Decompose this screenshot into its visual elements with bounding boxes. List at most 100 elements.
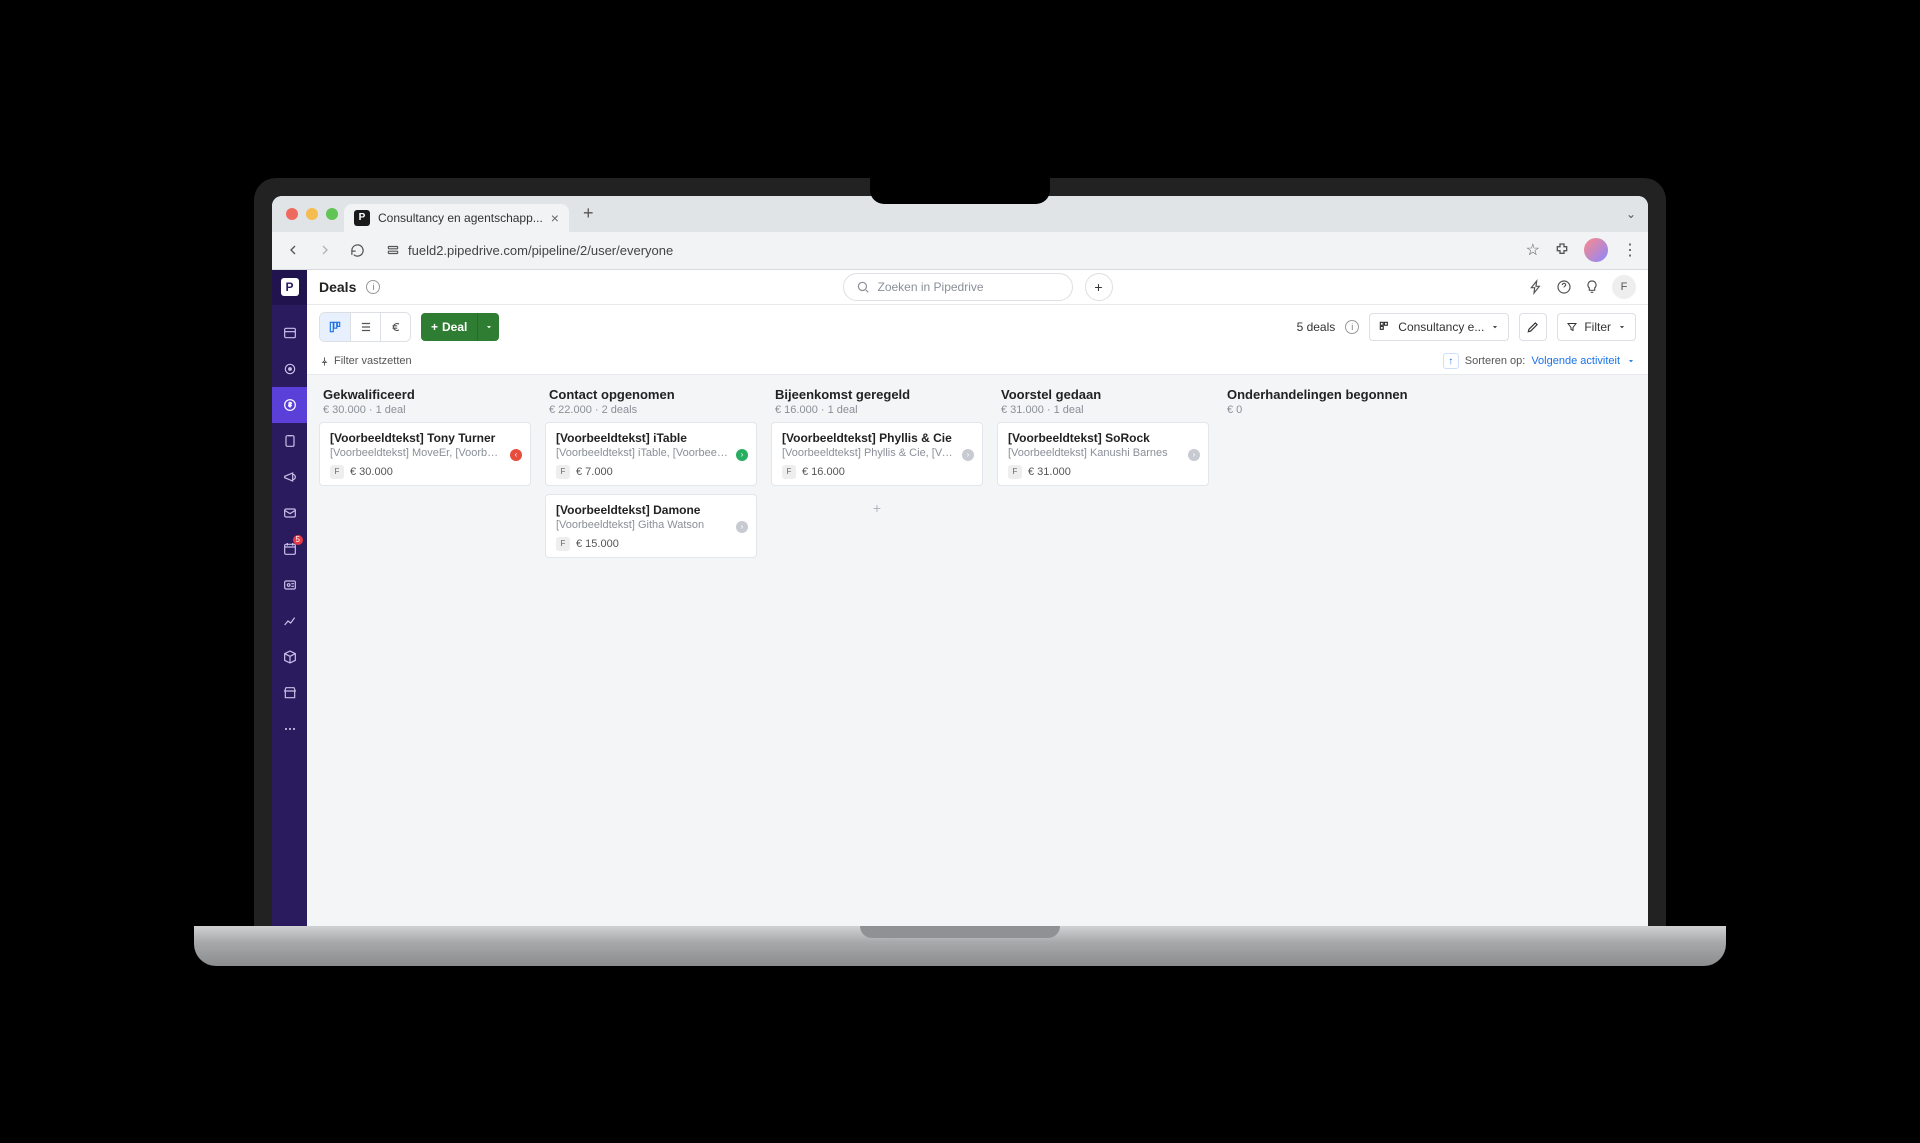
- sidebar-item-more[interactable]: [272, 711, 307, 747]
- view-forecast-button[interactable]: [380, 313, 410, 341]
- list-icon: [359, 320, 373, 334]
- app-main: Deals i Zoeken in Pipedrive +: [307, 270, 1648, 926]
- view-kanban-button[interactable]: [320, 313, 350, 341]
- view-list-button[interactable]: [350, 313, 380, 341]
- activity-status-icon[interactable]: ›: [962, 449, 974, 461]
- deal-card[interactable]: [Voorbeeldtekst] iTable [Voorbeeldtekst]…: [545, 422, 757, 486]
- window-minimize-icon[interactable]: [306, 208, 318, 220]
- sidebar-item-leads[interactable]: [272, 315, 307, 351]
- card-org: [Voorbeeldtekst] Githa Watson: [556, 519, 746, 531]
- sidebar-item-campaigns[interactable]: [272, 459, 307, 495]
- sidebar-item-marketplace[interactable]: [272, 675, 307, 711]
- pin-filter-label: Filter vastzetten: [334, 355, 412, 367]
- column-header[interactable]: Bijeenkomst geregeld€ 16.000 · 1 deal: [771, 385, 983, 422]
- activity-status-icon[interactable]: ›: [736, 521, 748, 533]
- sidebar-item-contacts[interactable]: [272, 567, 307, 603]
- browser-toolbar: fueld2.pipedrive.com/pipeline/2/user/eve…: [272, 232, 1648, 270]
- column-header[interactable]: Gekwalificeerd€ 30.000 · 1 deal: [319, 385, 531, 422]
- quick-add-button[interactable]: +: [1085, 273, 1113, 301]
- deal-card[interactable]: [Voorbeeldtekst] Phyllis & Cie [Voorbeel…: [771, 422, 983, 486]
- app-header: Deals i Zoeken in Pipedrive +: [307, 270, 1648, 305]
- sidebar-item-mail[interactable]: [272, 495, 307, 531]
- activity-status-icon[interactable]: ›: [1188, 449, 1200, 461]
- address-bar[interactable]: fueld2.pipedrive.com/pipeline/2/user/eve…: [378, 243, 1516, 258]
- sidebar-item-products[interactable]: [272, 639, 307, 675]
- sort-direction-icon[interactable]: ↑: [1443, 353, 1459, 369]
- tab-overflow-icon[interactable]: ⌄: [1622, 203, 1640, 225]
- bookmark-icon[interactable]: ☆: [1526, 240, 1540, 260]
- card-title: [Voorbeeldtekst] Damone: [556, 503, 746, 517]
- lightbulb-icon[interactable]: [1584, 279, 1600, 295]
- column-title: Gekwalificeerd: [323, 387, 527, 402]
- kanban-column: Gekwalificeerd€ 30.000 · 1 deal [Voorbee…: [319, 385, 531, 914]
- search-placeholder: Zoeken in Pipedrive: [878, 280, 984, 294]
- card-footer: F € 31.000: [1008, 465, 1198, 479]
- chrome-menu-icon[interactable]: ⋮: [1622, 240, 1638, 260]
- extensions-icon[interactable]: [1554, 242, 1570, 258]
- laptop-notch: [870, 178, 1050, 204]
- sidebar-logo[interactable]: P: [272, 270, 307, 305]
- new-tab-button[interactable]: +: [575, 199, 602, 228]
- filter-button[interactable]: Filter: [1557, 313, 1636, 341]
- sidebar-item-activities[interactable]: 5: [272, 531, 307, 567]
- add-deal-dropdown-button[interactable]: [477, 313, 499, 341]
- pipeline-selector[interactable]: Consultancy e...: [1369, 313, 1509, 341]
- filter-label: Filter: [1584, 320, 1611, 334]
- sidebar-item-focus[interactable]: [272, 351, 307, 387]
- window-maximize-icon[interactable]: [326, 208, 338, 220]
- tab-title: Consultancy en agentschapp...: [378, 211, 543, 225]
- deal-card[interactable]: [Voorbeeldtekst] SoRock [Voorbeeldtekst]…: [997, 422, 1209, 486]
- card-amount: € 30.000: [350, 466, 393, 478]
- add-deal-button[interactable]: +Deal: [421, 313, 477, 341]
- kanban-column: Onderhandelingen begonnen€ 0: [1223, 385, 1435, 914]
- pencil-icon: [1526, 320, 1540, 334]
- column-title: Voorstel gedaan: [1001, 387, 1205, 402]
- filter-icon: [1566, 321, 1578, 333]
- sidebar: P 5: [272, 270, 307, 926]
- window-controls: [280, 208, 338, 220]
- chrome-profile-avatar[interactable]: [1584, 238, 1608, 262]
- sidebar-item-deals[interactable]: [272, 387, 307, 423]
- column-header[interactable]: Onderhandelingen begonnen€ 0: [1223, 385, 1435, 422]
- column-title: Contact opgenomen: [549, 387, 753, 402]
- card-org: [Voorbeeldtekst] Kanushi Barnes: [1008, 447, 1198, 459]
- card-amount: € 15.000: [576, 538, 619, 550]
- add-deal-split-button: +Deal: [421, 313, 499, 341]
- tab-close-icon[interactable]: ×: [551, 210, 559, 226]
- deal-card[interactable]: [Voorbeeldtekst] Damone [Voorbeeldtekst]…: [545, 494, 757, 558]
- url-text: fueld2.pipedrive.com/pipeline/2/user/eve…: [408, 243, 673, 258]
- nav-reload-button[interactable]: [346, 239, 368, 261]
- sidebar-item-insights[interactable]: [272, 603, 307, 639]
- info-icon[interactable]: i: [366, 280, 380, 294]
- owner-avatar-icon: F: [556, 537, 570, 551]
- kanban-column: Contact opgenomen€ 22.000 · 2 deals [Voo…: [545, 385, 757, 914]
- column-header[interactable]: Voorstel gedaan€ 31.000 · 1 deal: [997, 385, 1209, 422]
- add-card-button[interactable]: +: [771, 494, 983, 522]
- deals-count-info-icon[interactable]: i: [1345, 320, 1359, 334]
- browser-tab[interactable]: P Consultancy en agentschapp... ×: [344, 204, 569, 232]
- column-header[interactable]: Contact opgenomen€ 22.000 · 2 deals: [545, 385, 757, 422]
- card-title: [Voorbeeldtekst] SoRock: [1008, 431, 1198, 445]
- sort-control[interactable]: ↑ Sorteren op: Volgende activiteit: [1443, 353, 1636, 369]
- user-avatar[interactable]: F: [1612, 275, 1636, 299]
- toolbar-right: 5 deals i Consultancy e... Filter: [1297, 313, 1636, 341]
- card-footer: F € 15.000: [556, 537, 746, 551]
- window-close-icon[interactable]: [286, 208, 298, 220]
- nav-forward-button[interactable]: [314, 239, 336, 261]
- search-input[interactable]: Zoeken in Pipedrive: [843, 273, 1073, 301]
- search-area: Zoeken in Pipedrive +: [843, 273, 1113, 301]
- automation-icon[interactable]: [1528, 279, 1544, 295]
- edit-pipeline-button[interactable]: [1519, 313, 1547, 341]
- chevron-down-icon: [1490, 322, 1500, 332]
- nav-back-button[interactable]: [282, 239, 304, 261]
- owner-avatar-icon: F: [782, 465, 796, 479]
- owner-avatar-icon: F: [330, 465, 344, 479]
- page-title: Deals: [319, 279, 356, 295]
- laptop-screen-bezel: P Consultancy en agentschapp... × + ⌄ fu…: [254, 178, 1666, 926]
- pin-filter-button[interactable]: Filter vastzetten: [319, 355, 412, 367]
- deal-card[interactable]: [Voorbeeldtekst] Tony Turner [Voorbeeldt…: [319, 422, 531, 486]
- sidebar-item-projects[interactable]: [272, 423, 307, 459]
- activity-status-icon[interactable]: ›: [736, 449, 748, 461]
- activity-status-icon[interactable]: ‹: [510, 449, 522, 461]
- help-icon[interactable]: [1556, 279, 1572, 295]
